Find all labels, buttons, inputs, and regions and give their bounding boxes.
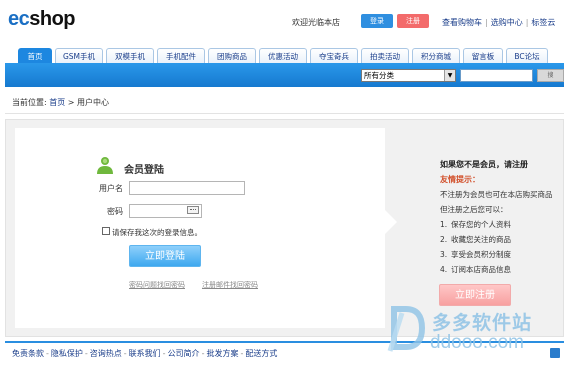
list-item-text: 享受会员积分制度 <box>451 250 511 259</box>
separator: - <box>84 349 88 358</box>
tab-message-board[interactable]: 留言板 <box>463 48 503 64</box>
search-button[interactable]: 搜 <box>537 69 564 82</box>
recover-by-question-link[interactable]: 密码问题找回密码 <box>129 280 185 290</box>
logo-part1: ec <box>8 8 30 30</box>
separator: - <box>162 349 166 358</box>
tab-gsm-phones[interactable]: GSM手机 <box>55 48 103 64</box>
tab-group-buy[interactable]: 团购商品 <box>208 48 256 64</box>
tab-promotions[interactable]: 优惠活动 <box>259 48 307 64</box>
tab-accessories[interactable]: 手机配件 <box>157 48 205 64</box>
list-item: 2. 收藏您关注的商品 <box>440 234 511 245</box>
breadcrumb: 当前位置: 首页 > 用户中心 <box>12 97 109 108</box>
shopping-center-link[interactable]: 选购中心 <box>491 18 523 27</box>
separator: - <box>240 349 244 358</box>
register-button[interactable]: 注册 <box>397 14 429 28</box>
login-title: 会员登陆 <box>124 165 164 176</box>
main-nav: 首页 GSM手机 双模手机 手机配件 团购商品 优惠活动 夺宝奇兵 拍卖活动 积… <box>18 48 548 64</box>
separator: - <box>201 349 205 358</box>
tab-auctions[interactable]: 拍卖活动 <box>361 48 409 64</box>
watermark-text-en: ddooo.com <box>430 332 525 353</box>
footer-link-contact[interactable]: 联系我们 <box>129 349 161 358</box>
username-input[interactable] <box>129 181 245 195</box>
tab-points-mall[interactable]: 积分商城 <box>412 48 460 64</box>
separator: | <box>485 18 488 27</box>
chevron-down-icon: ▼ <box>444 70 455 81</box>
watermark-logo-icon <box>387 306 426 352</box>
divider <box>5 113 564 114</box>
login-button[interactable]: 登录 <box>361 14 393 28</box>
password-label: 密码 <box>107 207 123 216</box>
list-item-text: 保存您的个人资料 <box>451 220 511 229</box>
user-icon <box>97 157 113 174</box>
tab-dual-mode-phones[interactable]: 双模手机 <box>106 48 154 64</box>
submit-login-button[interactable]: 立即登陆 <box>129 245 201 267</box>
breadcrumb-prefix: 当前位置: <box>12 98 47 107</box>
footer-link-wholesale[interactable]: 批发方案 <box>206 349 238 358</box>
scroll-top-icon[interactable] <box>550 348 560 358</box>
remember-checkbox[interactable] <box>102 227 110 235</box>
list-item: 3. 享受会员积分制度 <box>440 249 511 260</box>
footer-link-disclaimer[interactable]: 免责条款 <box>12 349 44 358</box>
login-box-arrow <box>385 210 397 234</box>
list-item: 4. 订阅本店商品信息 <box>440 264 511 275</box>
footer-link-hotline[interactable]: 咨询热点 <box>90 349 122 358</box>
category-select-value: 所有分类 <box>364 71 394 80</box>
separator: - <box>123 349 127 358</box>
breadcrumb-current: 用户中心 <box>77 98 110 107</box>
logo-part2: shop <box>29 8 76 30</box>
tip-line-1: 不注册为会员也可在本店购买商品 <box>440 190 553 199</box>
username-label: 用户名 <box>99 184 123 193</box>
tab-home[interactable]: 首页 <box>18 48 52 64</box>
list-item-num: 1. <box>440 220 448 229</box>
view-cart-link[interactable]: 查看购物车 <box>442 18 482 27</box>
ecshop-logo[interactable]: ecshop <box>8 8 76 31</box>
list-item: 1. 保存您的个人资料 <box>440 219 511 230</box>
watermark-text-cn: 多多软件站 <box>432 312 533 334</box>
keyboard-icon[interactable] <box>187 206 199 214</box>
breadcrumb-separator: > <box>67 98 75 107</box>
category-select[interactable]: 所有分类 ▼ <box>361 69 456 82</box>
separator: - <box>46 349 49 358</box>
footer-links: 免责条款 - 隐私保护 - 咨询热点 - 联系我们 - 公司简介 - 批发方案 - 配送方式 <box>12 348 277 359</box>
tab-treasure-hunt[interactable]: 夺宝奇兵 <box>310 48 358 64</box>
register-now-button[interactable]: 立即注册 <box>439 284 511 306</box>
list-item-num: 3. <box>440 250 448 259</box>
search-input[interactable] <box>460 69 533 82</box>
list-item-text: 收藏您关注的商品 <box>451 235 511 244</box>
remember-label[interactable]: 请保存我这次的登录信息。 <box>112 227 202 238</box>
welcome-text: 欢迎光临本店 <box>292 18 340 27</box>
tab-forum[interactable]: BC论坛 <box>506 48 548 64</box>
register-prompt-title: 如果您不是会员，请注册 <box>440 160 528 169</box>
list-item-text: 订阅本店商品信息 <box>451 265 511 274</box>
tip-line-2: 但注册之后您可以： <box>440 205 508 214</box>
separator: | <box>525 18 529 27</box>
recover-by-email-link[interactable]: 注册邮件找回密码 <box>202 280 258 290</box>
footer-link-shipping[interactable]: 配送方式 <box>245 349 277 358</box>
breadcrumb-home-link[interactable]: 首页 <box>49 98 65 107</box>
list-item-num: 4. <box>440 265 448 274</box>
footer-link-about[interactable]: 公司简介 <box>168 349 200 358</box>
tip-title: 友情提示： <box>440 175 480 184</box>
list-item-num: 2. <box>440 235 448 244</box>
footer-link-privacy[interactable]: 隐私保护 <box>51 349 83 358</box>
tag-cloud-link[interactable]: 标签云 <box>531 18 555 27</box>
top-links: 查看购物车 | 选购中心 | 标签云 <box>442 17 555 28</box>
